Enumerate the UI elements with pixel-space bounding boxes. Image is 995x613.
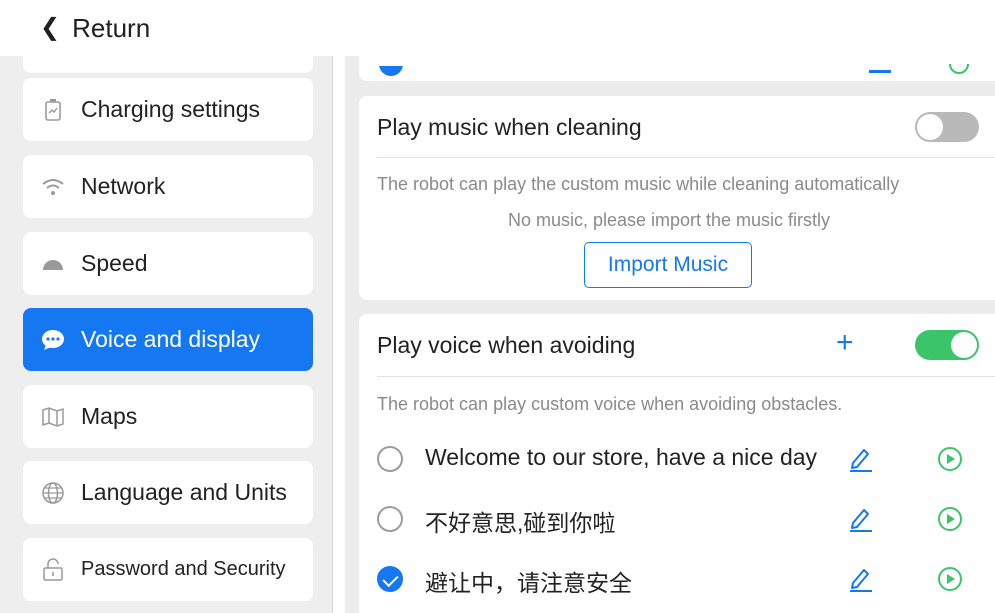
- voice-toggle[interactable]: [915, 330, 979, 360]
- sidebar: Charging settings Network Speed Voice an…: [0, 56, 332, 613]
- divider: [377, 157, 995, 158]
- header: ❮ Return: [0, 0, 995, 56]
- sidebar-item-label: Voice and display: [81, 326, 261, 352]
- voice-text: 不好意思,碰到你啦: [425, 510, 616, 536]
- voice-card: Play voice when avoiding + The robot can…: [359, 314, 995, 613]
- sidebar-item-charging-settings[interactable]: Charging settings: [23, 78, 313, 141]
- card-partial: [359, 56, 995, 81]
- add-voice-button[interactable]: +: [836, 328, 854, 358]
- sidebar-item-label: Speed: [81, 250, 148, 276]
- voice-list-item[interactable]: Welcome to our store, have a nice day: [377, 440, 977, 480]
- sidebar-item-label: Language and Units: [81, 479, 287, 505]
- globe-icon: [39, 479, 67, 507]
- chat-bubble-icon: [39, 326, 67, 354]
- return-label: Return: [72, 12, 151, 43]
- wifi-icon: [39, 173, 67, 201]
- speed-icon: [39, 250, 67, 278]
- voice-radio[interactable]: [377, 446, 403, 472]
- lock-icon: [39, 556, 67, 584]
- edit-icon[interactable]: [847, 564, 875, 592]
- import-music-button[interactable]: Import Music: [584, 242, 752, 288]
- edit-icon[interactable]: [847, 504, 875, 532]
- music-title: Play music when cleaning: [377, 114, 642, 140]
- sidebar-item-label: Maps: [81, 403, 138, 429]
- voice-description: The robot can play custom voice when avo…: [377, 394, 843, 414]
- voice-radio[interactable]: [377, 566, 403, 592]
- voice-text: Welcome to our store, have a nice day: [425, 444, 818, 470]
- edit-icon[interactable]: [847, 444, 875, 472]
- sidebar-divider: [332, 56, 333, 613]
- sidebar-item-language-and-units[interactable]: Language and Units: [23, 461, 313, 524]
- voice-list-item[interactable]: 避让中，请注意安全: [377, 560, 977, 600]
- chevron-left-icon: ❮: [40, 14, 61, 41]
- sidebar-item-maps[interactable]: Maps: [23, 385, 313, 448]
- voice-radio[interactable]: [377, 506, 403, 532]
- edit-icon[interactable]: [869, 70, 891, 73]
- return-button[interactable]: ❮ Return: [40, 10, 150, 46]
- battery-icon: [39, 96, 67, 124]
- sidebar-item-network[interactable]: Network: [23, 155, 313, 218]
- sidebar-item-label: Charging settings: [81, 96, 260, 122]
- radio-partial[interactable]: [379, 66, 403, 76]
- sidebar-item-password-and-security[interactable]: Password and Security: [23, 538, 313, 601]
- sidebar-item-speed[interactable]: Speed: [23, 232, 313, 295]
- sidebar-item-partial[interactable]: [23, 56, 313, 73]
- music-description: The robot can play the custom music whil…: [377, 174, 900, 194]
- play-icon[interactable]: [937, 506, 963, 532]
- sidebar-item-label: Password and Security: [81, 558, 286, 580]
- play-icon[interactable]: [937, 566, 963, 592]
- play-icon[interactable]: [937, 446, 963, 472]
- sidebar-item-voice-and-display[interactable]: Voice and display: [23, 308, 313, 371]
- music-empty-text: No music, please import the music firstl…: [507, 210, 831, 230]
- voice-list-item[interactable]: 不好意思,碰到你啦: [377, 500, 977, 540]
- main-panel: Play music when cleaning The robot can p…: [345, 56, 995, 613]
- voice-text: 避让中，请注意安全: [425, 570, 632, 596]
- divider: [377, 376, 995, 377]
- music-card: Play music when cleaning The robot can p…: [359, 96, 995, 300]
- map-icon: [39, 403, 67, 431]
- sidebar-item-label: Network: [81, 173, 166, 199]
- play-icon[interactable]: [949, 64, 969, 74]
- voice-title: Play voice when avoiding: [377, 332, 636, 358]
- music-toggle[interactable]: [915, 112, 979, 142]
